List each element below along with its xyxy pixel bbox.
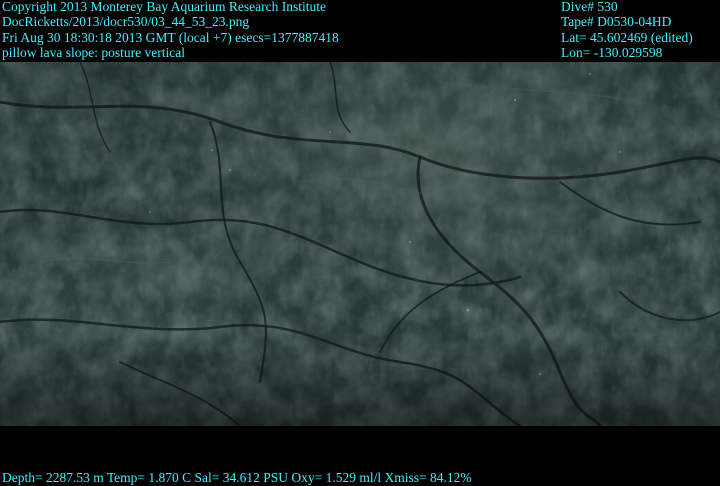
rock-texture-graphic [0,62,720,426]
sensor-readout-text: Depth= 2287.53 m Temp= 1.870 C Sal= 34.6… [2,470,472,485]
tape-number-text: Tape# D0530-04HD [561,14,672,30]
longitude-text: Lon= -130.029598 [561,45,663,61]
header-right-block: Dive# 530 Tape# D0530-04HD Lat= 45.60246… [561,0,693,61]
latitude-text: Lat= 45.602469 (edited) [561,29,693,45]
header-left-block: Copyright 2013 Monterey Bay Aquarium Res… [2,0,339,61]
file-path-text: DocRicketts/2013/docr530/03_44_53_23.png [2,14,250,30]
timestamp-text: Fri Aug 30 18:30:18 2013 GMT (local +7) … [2,29,339,45]
dive-number-text: Dive# 530 [561,0,618,14]
copyright-text: Copyright 2013 Monterey Bay Aquarium Res… [2,0,326,14]
seafloor-image [0,62,720,426]
footer-block: Depth= 2287.53 m Temp= 1.870 C Sal= 34.6… [2,470,472,485]
video-frame: Copyright 2013 Monterey Bay Aquarium Res… [0,0,720,486]
annotation-text: pillow lava slope: posture vertical [2,45,185,61]
